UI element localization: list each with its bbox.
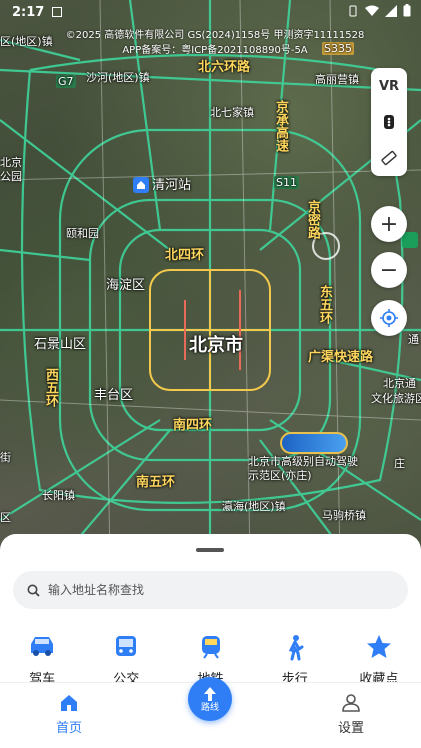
label-shahe: 沙河(地区)镇 bbox=[86, 71, 150, 84]
map-view[interactable]: 区(地区)镇 沙河(地区)镇 北六环路 高丽营镇 北七家镇 京承高速 清河站 颐… bbox=[0, 0, 421, 560]
quick-bus[interactable]: 公交 bbox=[84, 630, 168, 682]
label-gongyuan: 公园 bbox=[0, 170, 22, 183]
user-settings-icon bbox=[342, 694, 360, 712]
label-jingcheng: 京承高速 bbox=[273, 100, 288, 152]
label-majuqiao: 马驹桥镇 bbox=[322, 509, 366, 522]
label-haidian: 海淀区 bbox=[106, 278, 146, 293]
label-yinghai: 瀛海(地区)镇 bbox=[222, 500, 286, 513]
quick-walk-label: 步行 bbox=[281, 672, 308, 682]
route-button[interactable]: 路线 bbox=[188, 677, 232, 721]
quick-actions: 驾车 公交 地铁 步行 收藏点 bbox=[0, 630, 421, 682]
subway-icon bbox=[191, 630, 231, 664]
layers-icon bbox=[384, 115, 394, 129]
system-icons bbox=[347, 4, 411, 17]
wifi-icon bbox=[365, 5, 379, 16]
copyright-line1: ©2025 高德软件有限公司 GS(2024)1158号 甲测资字1111152… bbox=[65, 30, 365, 41]
ruler-icon bbox=[381, 150, 397, 166]
label-g7: G7 bbox=[56, 75, 76, 88]
label-jie: 街 bbox=[0, 451, 11, 464]
label-wenhua: 文化旅游区 bbox=[371, 392, 421, 405]
star-icon bbox=[359, 630, 399, 664]
tab-settings[interactable]: 设置 bbox=[338, 693, 364, 736]
etown-logo bbox=[280, 432, 348, 454]
bus-icon bbox=[106, 630, 146, 664]
label-gaoliying: 高丽营镇 bbox=[315, 73, 359, 86]
walk-icon bbox=[275, 630, 315, 664]
label-shijingshan: 石景山区 bbox=[34, 337, 87, 352]
map-tools-panel: VR bbox=[371, 68, 407, 176]
status-bar: 2:17 bbox=[0, 0, 421, 24]
copyright-line2: APP备案号：粤ICP备2021108890号-5A bbox=[122, 45, 308, 56]
battery-icon bbox=[403, 4, 411, 17]
home-icon bbox=[61, 695, 77, 711]
map-copyright: ©2025 高德软件有限公司 GS(2024)1158号 甲测资字1111152… bbox=[50, 28, 380, 58]
label-fengtai: 丰台区 bbox=[94, 388, 134, 403]
quick-subway[interactable]: 地铁 bbox=[168, 630, 252, 682]
tab-home-label: 首页 bbox=[56, 721, 83, 736]
car-icon bbox=[22, 630, 62, 664]
notification-icon bbox=[52, 7, 63, 17]
status-time: 2:17 bbox=[12, 4, 45, 20]
vibrate-icon bbox=[349, 5, 357, 16]
label-beiqijia: 北七家镇 bbox=[210, 106, 254, 119]
vr-label: VR bbox=[378, 78, 400, 94]
label-etown: 北京市高级别自动驾驶示范区(亦庄) bbox=[248, 455, 358, 482]
quick-bus-label: 公交 bbox=[113, 672, 140, 682]
vr-button[interactable]: VR bbox=[371, 68, 407, 104]
route-button-label: 路线 bbox=[200, 702, 219, 713]
label-zhuang: 庄 bbox=[394, 457, 405, 470]
label-beijing-left: 北京 bbox=[0, 156, 22, 169]
quick-favorites[interactable]: 收藏点 bbox=[337, 630, 421, 682]
park-icon[interactable] bbox=[402, 232, 418, 248]
label-west5ring: 西五环 bbox=[43, 368, 58, 407]
search-icon bbox=[27, 584, 40, 597]
label-jingmi: 京密路 bbox=[305, 200, 320, 239]
label-tong: 通 bbox=[408, 333, 419, 346]
locate-button[interactable] bbox=[371, 300, 407, 336]
sheet-drag-handle[interactable] bbox=[196, 548, 224, 552]
label-south5ring: 南五环 bbox=[136, 475, 176, 490]
search-bar[interactable] bbox=[13, 571, 408, 609]
label-changyang: 长阳镇 bbox=[42, 489, 75, 502]
quick-drive-label: 驾车 bbox=[29, 672, 56, 682]
zoom-out-button[interactable]: − bbox=[371, 252, 407, 288]
zoom-in-button[interactable]: + bbox=[371, 206, 407, 242]
tab-settings-label: 设置 bbox=[338, 721, 365, 736]
zoom-in-label: + bbox=[379, 211, 399, 237]
label-south4ring: 南四环 bbox=[173, 418, 213, 433]
label-guangqu: 广渠快速路 bbox=[308, 350, 374, 365]
layers-button[interactable] bbox=[371, 104, 407, 140]
label-north4ring: 北四环 bbox=[165, 248, 205, 263]
label-changping: 区(地区)镇 bbox=[0, 35, 53, 48]
train-station-icon[interactable] bbox=[133, 177, 149, 193]
label-bjtong: 北京通 bbox=[383, 377, 416, 390]
label-north6ring: 北六环路 bbox=[198, 60, 251, 75]
tab-home[interactable]: 首页 bbox=[56, 693, 82, 736]
label-yiheyuan: 颐和园 bbox=[66, 227, 99, 240]
quick-walk[interactable]: 步行 bbox=[253, 630, 337, 682]
locate-icon bbox=[380, 309, 398, 327]
ruler-button[interactable] bbox=[371, 140, 407, 176]
zoom-out-label: − bbox=[379, 257, 399, 283]
label-beijing-city: 北京市 bbox=[189, 335, 243, 356]
label-east5ring: 东五环 bbox=[317, 285, 332, 324]
search-input[interactable] bbox=[48, 583, 368, 597]
label-qu-left: 区 bbox=[0, 511, 11, 524]
label-s11: S11 bbox=[274, 176, 299, 189]
label-qinghe-station: 清河站 bbox=[152, 178, 192, 193]
quick-drive[interactable]: 驾车 bbox=[0, 630, 84, 682]
signal-icon bbox=[385, 4, 397, 17]
quick-favorites-label: 收藏点 bbox=[359, 672, 399, 682]
